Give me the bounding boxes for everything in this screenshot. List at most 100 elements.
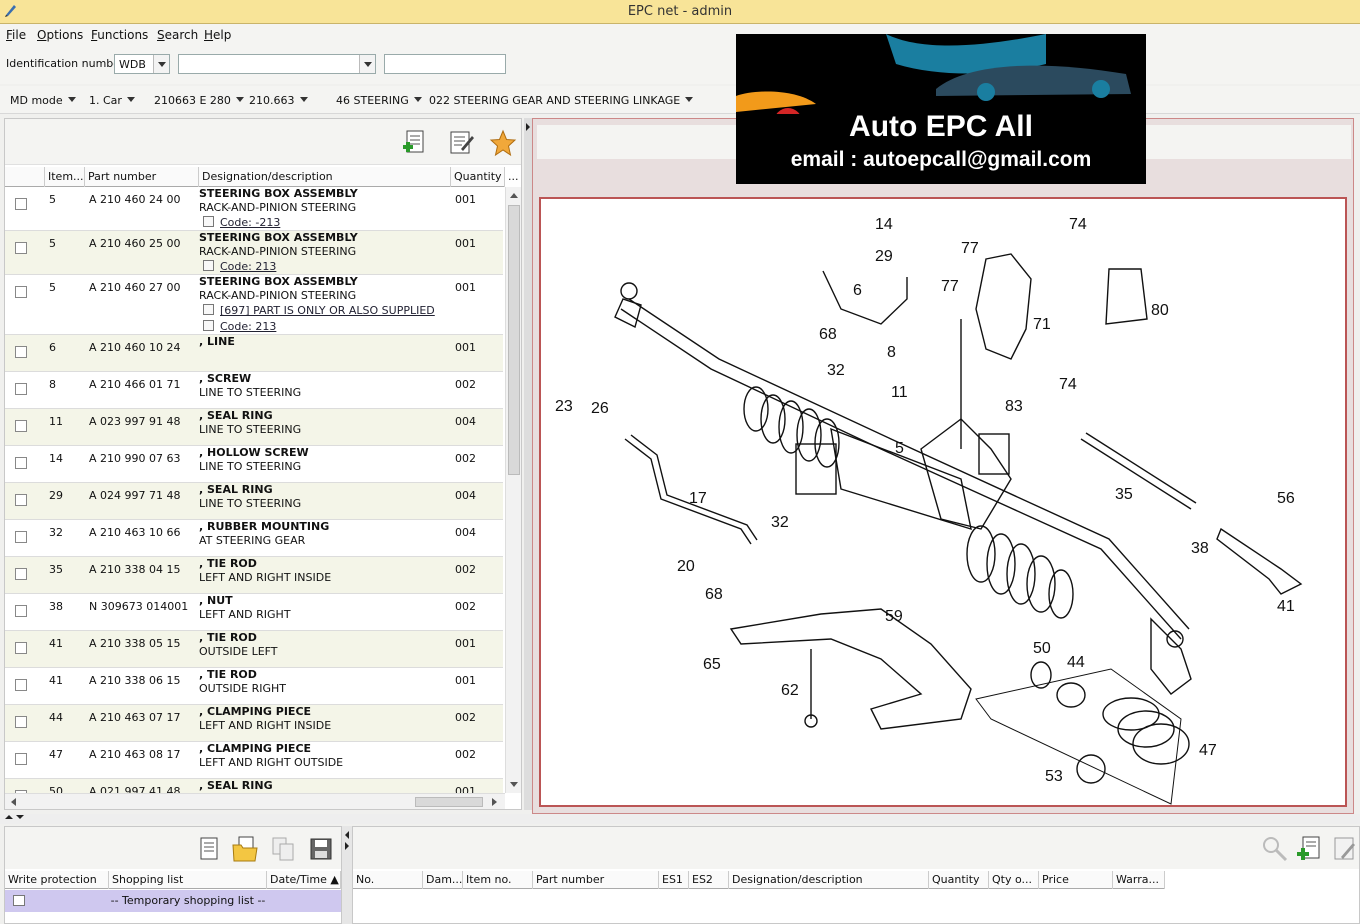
collapse-icon[interactable] xyxy=(344,830,350,852)
callout-label[interactable]: 80 xyxy=(1151,302,1169,319)
subgroup-dropdown[interactable]: 022 STEERING GEAR AND STEERING LINKAGE xyxy=(429,94,693,107)
bottom-splitter[interactable] xyxy=(0,814,1360,824)
callout-label[interactable]: 68 xyxy=(705,586,723,603)
footnote-link[interactable]: Code: 213 xyxy=(203,320,276,333)
table-row[interactable]: 44 A 210 463 07 17 , CLAMPING PIECE LEFT AN… xyxy=(5,705,503,742)
menu-file[interactable]: File xyxy=(6,28,26,42)
row-checkbox[interactable] xyxy=(15,420,27,432)
scroll-left-icon[interactable] xyxy=(9,797,17,807)
callout-label[interactable]: 74 xyxy=(1069,216,1087,233)
callout-label[interactable]: 71 xyxy=(1033,316,1051,333)
table-row[interactable]: 35 A 210 338 04 15 , TIE ROD LEFT AND RIGHT… xyxy=(5,557,503,594)
callout-label[interactable]: 6 xyxy=(853,282,862,299)
table-row[interactable]: 41 A 210 338 05 15 , TIE ROD OUTSIDE LEFT 00… xyxy=(5,631,503,668)
row-checkbox[interactable] xyxy=(15,531,27,543)
extra-input[interactable] xyxy=(384,54,506,74)
callout-label[interactable]: 20 xyxy=(677,558,695,575)
callout-label[interactable]: 62 xyxy=(781,682,799,699)
menu-functions[interactable]: Functions xyxy=(91,28,148,42)
callout-label[interactable]: 74 xyxy=(1059,376,1077,393)
mode-dropdown[interactable]: MD mode xyxy=(10,94,76,107)
callout-label[interactable]: 5 xyxy=(895,440,904,457)
callout-label[interactable]: 59 xyxy=(885,608,903,625)
menu-help[interactable]: Help xyxy=(204,28,231,42)
table-row[interactable]: 41 A 210 338 06 15 , TIE ROD OUTSIDE RIGHT 0… xyxy=(5,668,503,705)
table-row[interactable]: 38 N 309673 014001 , NUT LEFT AND RIGHT 002 xyxy=(5,594,503,631)
no-column-header[interactable]: No. xyxy=(353,871,423,889)
horizontal-scroll-thumb[interactable] xyxy=(415,797,483,807)
item-column-header[interactable]: Item... xyxy=(45,167,85,187)
edit-list-icon[interactable] xyxy=(1329,835,1357,863)
group-dropdown[interactable]: 46 STEERING xyxy=(336,94,422,107)
table-row[interactable]: 32 A 210 463 10 66 , RUBBER MOUNTING AT STE… xyxy=(5,520,503,557)
row-checkbox[interactable] xyxy=(15,242,27,254)
warranty-column-header[interactable]: Warra... xyxy=(1113,871,1165,889)
row-checkbox[interactable] xyxy=(15,605,27,617)
parts-vertical-scrollbar[interactable] xyxy=(505,187,521,793)
callout-label[interactable]: 56 xyxy=(1277,490,1295,507)
callout-label[interactable]: 35 xyxy=(1115,486,1133,503)
row-checkbox[interactable] xyxy=(15,198,27,210)
parts-horizontal-scrollbar[interactable] xyxy=(5,793,505,809)
callout-label[interactable]: 26 xyxy=(591,400,609,417)
callout-label[interactable]: 23 xyxy=(555,398,573,415)
expand-collapse-icon[interactable] xyxy=(4,815,26,823)
table-row[interactable]: 6 A 210 460 10 24 , LINE 001 xyxy=(5,335,503,372)
description-column-header[interactable]: Designation/description xyxy=(199,167,451,187)
callout-label[interactable]: 77 xyxy=(961,240,979,257)
callout-label[interactable]: 32 xyxy=(771,514,789,531)
document-icon[interactable] xyxy=(195,835,223,863)
open-folder-icon[interactable] xyxy=(231,835,259,863)
basket-splitter[interactable] xyxy=(342,826,352,924)
class-dropdown[interactable]: 1. Car xyxy=(89,94,135,107)
type-dropdown[interactable]: 210.663 xyxy=(249,94,308,107)
footnote-link[interactable]: Code: 213 xyxy=(203,260,276,273)
row-checkbox[interactable] xyxy=(15,346,27,358)
designation-column-header[interactable]: Designation/description xyxy=(729,871,929,889)
write-protection-checkbox[interactable] xyxy=(13,895,25,906)
table-row[interactable]: 5 A 210 460 27 00 STEERING BOX ASSEMBLY RAC… xyxy=(5,275,503,335)
table-row[interactable]: 50 A 021 997 41 48 , SEAL RING 001 xyxy=(5,779,503,793)
footnote-link[interactable]: [697] PART IS ONLY OR ALSO SUPPLIED xyxy=(203,304,435,317)
table-row[interactable]: 8 A 210 466 01 71 , SCREW LINE TO STEERING 0… xyxy=(5,372,503,409)
more-columns-header[interactable]: ... xyxy=(505,167,521,187)
row-checkbox[interactable] xyxy=(15,753,27,765)
callout-label[interactable]: 11 xyxy=(891,384,908,401)
callout-label[interactable]: 8 xyxy=(887,344,896,361)
copy-icon[interactable] xyxy=(269,835,297,863)
callout-label[interactable]: 83 xyxy=(1005,398,1023,415)
scroll-up-icon[interactable] xyxy=(509,191,519,199)
search-part-icon[interactable] xyxy=(1261,835,1289,863)
row-checkbox[interactable] xyxy=(15,716,27,728)
star-icon[interactable] xyxy=(489,129,517,157)
chevron-down-icon[interactable] xyxy=(359,55,375,73)
table-row[interactable]: 5 A 210 460 24 00 STEERING BOX ASSEMBLY RAC… xyxy=(5,187,503,231)
row-checkbox[interactable] xyxy=(15,568,27,580)
collapse-icon[interactable] xyxy=(525,122,531,132)
callout-label[interactable]: 14 xyxy=(875,216,893,233)
callout-label[interactable]: 29 xyxy=(875,248,893,265)
add-to-list-icon[interactable] xyxy=(401,129,429,157)
row-checkbox[interactable] xyxy=(15,457,27,469)
row-checkbox[interactable] xyxy=(15,679,27,691)
callout-label[interactable]: 38 xyxy=(1191,540,1209,557)
callout-label[interactable]: 68 xyxy=(819,326,837,343)
part-number-column-header[interactable]: Part number xyxy=(85,167,199,187)
vin-prefix-select[interactable]: WDB xyxy=(114,54,170,74)
callout-label[interactable]: 17 xyxy=(689,490,707,507)
callout-label[interactable]: 47 xyxy=(1199,742,1217,759)
model-dropdown[interactable]: 210663 E 280 xyxy=(154,94,244,107)
item-no-column-header[interactable]: Item no. xyxy=(463,871,533,889)
row-checkbox[interactable] xyxy=(15,383,27,395)
callout-label[interactable]: 65 xyxy=(703,656,721,673)
callout-label[interactable]: 50 xyxy=(1033,640,1051,657)
table-row[interactable]: 5 A 210 460 25 00 STEERING BOX ASSEMBLY RAC… xyxy=(5,231,503,275)
row-checkbox[interactable] xyxy=(15,494,27,506)
row-checkbox[interactable] xyxy=(15,642,27,654)
damage-column-header[interactable]: Dam... xyxy=(423,871,463,889)
es2-column-header[interactable]: ES2 xyxy=(689,871,729,889)
shopping-list-column-header[interactable]: Shopping list xyxy=(109,871,267,889)
add-to-list-icon[interactable] xyxy=(1295,835,1323,863)
scroll-right-icon[interactable] xyxy=(491,797,499,807)
row-checkbox[interactable] xyxy=(15,286,27,298)
